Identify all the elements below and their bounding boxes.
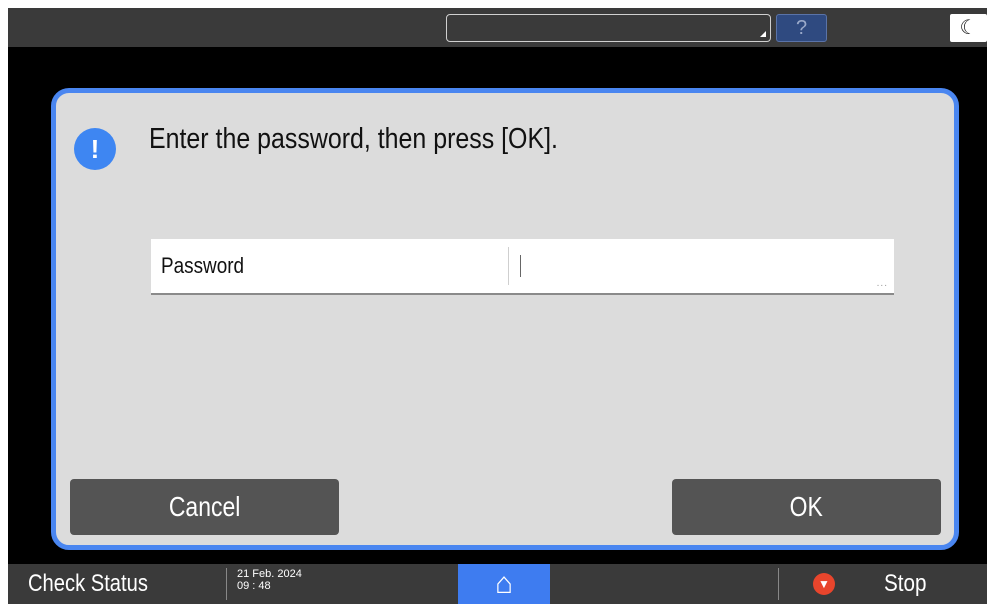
- password-row[interactable]: Password ...: [151, 239, 904, 295]
- home-button[interactable]: ⌂: [458, 564, 550, 604]
- stop-label: Stop: [884, 570, 927, 597]
- question-icon: ?: [795, 17, 808, 39]
- cancel-button-label: Cancel: [168, 491, 241, 522]
- ok-button[interactable]: OK: [672, 479, 941, 535]
- divider: [226, 568, 227, 600]
- date-text: 21 Feb. 2024: [237, 568, 302, 580]
- text-cursor: [520, 255, 521, 277]
- more-indicator-icon: ...: [876, 278, 888, 289]
- password-input[interactable]: [511, 239, 904, 295]
- field-divider: [508, 247, 509, 285]
- date-time: 21 Feb. 2024 09 : 48: [237, 568, 302, 592]
- stop-icon: ▼: [813, 573, 835, 595]
- help-button[interactable]: ?: [776, 14, 827, 42]
- home-icon: ⌂: [494, 567, 514, 600]
- cancel-button[interactable]: Cancel: [70, 479, 339, 535]
- ok-button-label: OK: [789, 491, 824, 522]
- top-bar: ? ☾: [8, 8, 987, 47]
- bottom-bar: Check Status 21 Feb. 2024 09 : 48 ⌂ ▼ St…: [8, 564, 987, 604]
- check-status-button[interactable]: Check Status: [28, 568, 148, 600]
- password-dialog: ! Enter the password, then press [OK]. P…: [51, 88, 959, 550]
- stop-button[interactable]: ▼ Stop: [780, 564, 987, 604]
- dialog-message: Enter the password, then press [OK].: [149, 123, 558, 155]
- expand-corner-icon: [760, 31, 766, 37]
- exclamation-icon: !: [74, 128, 116, 170]
- time-text: 09 : 48: [237, 580, 271, 592]
- password-label: Password: [161, 253, 245, 278]
- panel-screen: ? ☾ ! Enter the password, then press [OK…: [8, 8, 987, 604]
- moon-icon: ☾: [959, 17, 978, 39]
- status-message-field[interactable]: [446, 14, 771, 42]
- energy-saver-button[interactable]: ☾: [950, 14, 987, 42]
- divider: [778, 568, 779, 600]
